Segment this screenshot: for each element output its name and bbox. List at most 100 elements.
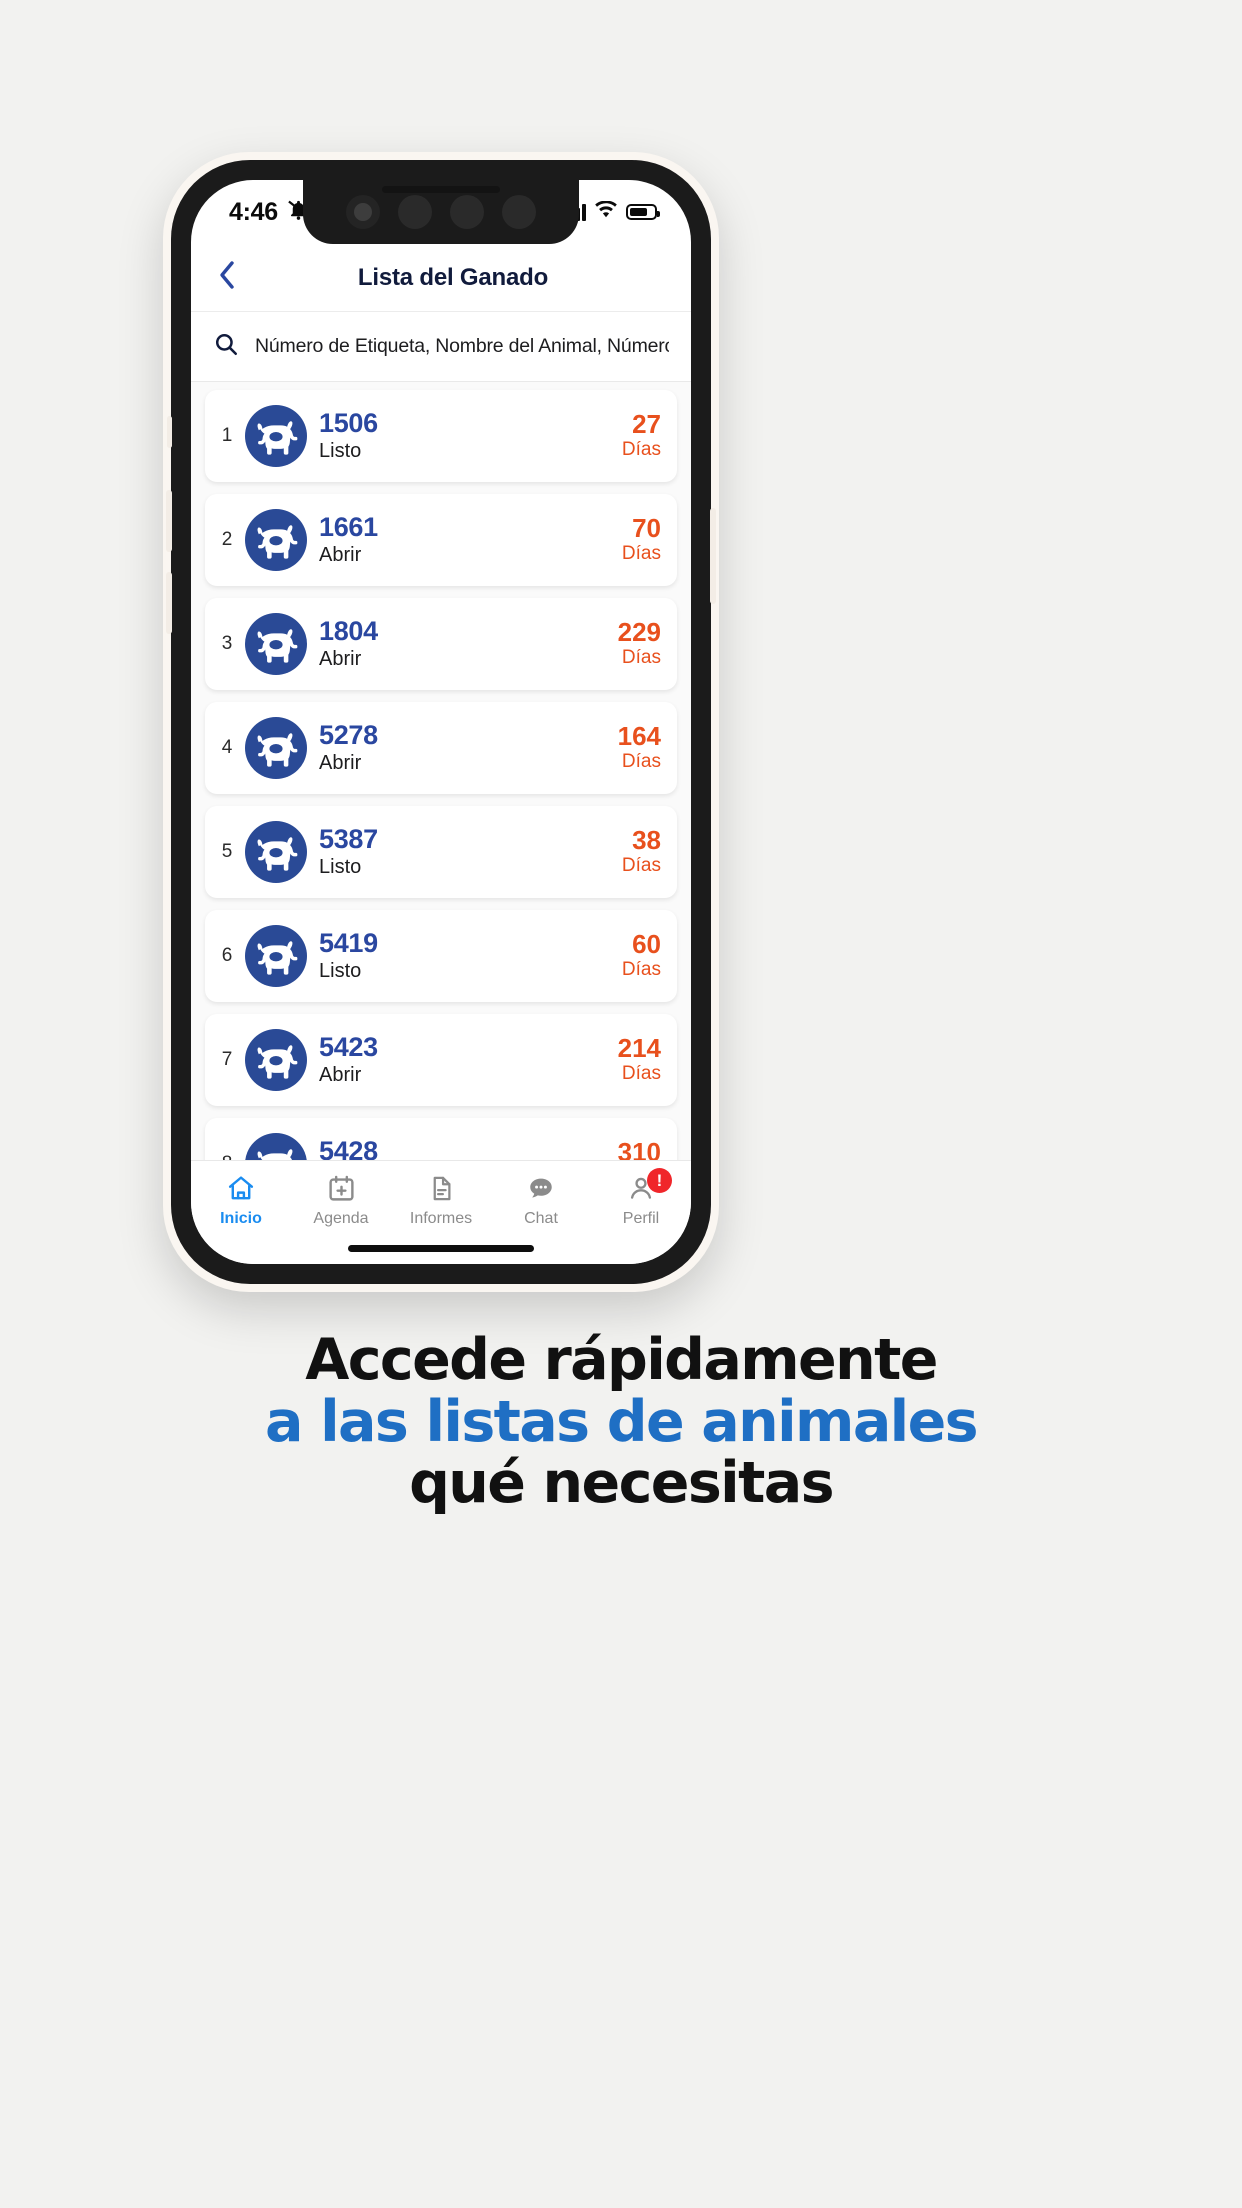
row-index: 8 bbox=[215, 1153, 239, 1160]
table-row[interactable]: 1 1506 Listo 27 Días bbox=[205, 390, 677, 482]
table-row[interactable]: 2 1661 Abrir 70 Días bbox=[205, 494, 677, 586]
row-index: 3 bbox=[221, 633, 233, 654]
row-index: 5 bbox=[221, 841, 233, 862]
app-header: Lista del Ganado bbox=[191, 244, 691, 312]
row-details: 1506 Listo bbox=[319, 407, 622, 463]
search-input[interactable]: Número de Etiqueta, Nombre del Animal, N… bbox=[255, 335, 669, 358]
cow-icon bbox=[245, 1029, 307, 1091]
row-index: 6 bbox=[221, 945, 233, 966]
cow-icon bbox=[245, 509, 307, 571]
tab-inicio[interactable]: Inicio bbox=[193, 1173, 289, 1228]
caption-line-3: qué necesitas bbox=[409, 1450, 834, 1517]
row-days-value: 310 bbox=[617, 1137, 661, 1160]
page-title: Lista del Ganado bbox=[357, 263, 549, 291]
row-details: 5423 Abrir bbox=[319, 1031, 618, 1087]
row-days-value: 70 bbox=[632, 513, 661, 544]
row-details: 1661 Abrir bbox=[319, 511, 622, 567]
chat-bubble-icon bbox=[526, 1173, 556, 1203]
row-days-label: Días bbox=[621, 543, 661, 565]
table-row[interactable]: 4 5278 Abrir 164 Días bbox=[205, 702, 677, 794]
row-days-value: 229 bbox=[617, 617, 661, 648]
row-tag-number: 1506 bbox=[319, 407, 378, 438]
tab-chat[interactable]: Chat bbox=[493, 1173, 589, 1228]
row-details: 1804 Abrir bbox=[319, 615, 618, 671]
row-days-value: 60 bbox=[632, 929, 661, 960]
row-status: Abrir bbox=[319, 544, 362, 567]
row-tag-number: 5278 bbox=[319, 719, 378, 750]
cow-icon bbox=[245, 821, 307, 883]
cow-icon bbox=[245, 405, 307, 467]
row-status: Listo bbox=[319, 856, 362, 879]
row-tag-number: 5428 bbox=[319, 1135, 378, 1160]
cow-icon bbox=[245, 613, 307, 675]
row-days-block: 164 Días bbox=[618, 722, 661, 774]
tab-label: Informes bbox=[409, 1210, 473, 1227]
phone-silent-switch bbox=[167, 416, 172, 448]
search-icon bbox=[213, 331, 239, 362]
table-row[interactable]: 6 5419 Listo 60 Días bbox=[205, 910, 677, 1002]
table-row[interactable]: 3 1804 Abrir 229 Días bbox=[205, 598, 677, 690]
phone-notch bbox=[303, 180, 579, 244]
wifi-icon bbox=[595, 200, 617, 223]
phone-mockup: 4:46 Lista del Ganado Número de Etiqueta… bbox=[163, 152, 719, 1292]
row-tag-number: 1661 bbox=[319, 511, 378, 542]
marketing-caption: Accede rápidamente a las listas de anima… bbox=[0, 1327, 1242, 1517]
cow-icon bbox=[245, 1133, 307, 1160]
row-days-value: 27 bbox=[632, 409, 661, 440]
row-tag-number: 5419 bbox=[319, 927, 378, 958]
phone-frame: 4:46 Lista del Ganado Número de Etiqueta… bbox=[166, 160, 716, 1284]
phone-volume-down-button bbox=[166, 572, 172, 634]
row-index: 7 bbox=[221, 1049, 233, 1070]
table-row[interactable]: 7 5423 Abrir 214 Días bbox=[205, 1014, 677, 1106]
home-icon bbox=[226, 1173, 256, 1203]
row-days-value: 214 bbox=[617, 1033, 661, 1064]
row-days-label: Días bbox=[621, 751, 661, 773]
row-index: 2 bbox=[221, 529, 233, 550]
row-status: Abrir bbox=[319, 752, 362, 775]
phone-volume-up-button bbox=[166, 490, 172, 552]
tab-label: Agenda bbox=[313, 1210, 369, 1227]
row-details: 5419 Listo bbox=[319, 927, 622, 983]
table-row[interactable]: 8 5428 Listo 310 bbox=[205, 1118, 677, 1160]
row-days-block: 70 Días bbox=[622, 514, 661, 566]
row-days-label: Días bbox=[621, 1063, 661, 1085]
search-bar[interactable]: Número de Etiqueta, Nombre del Animal, N… bbox=[191, 312, 691, 382]
tab-perfil[interactable]: ! Perfil bbox=[593, 1168, 689, 1228]
status-bar-time: 4:46 bbox=[229, 197, 278, 226]
row-days-label: Días bbox=[621, 647, 661, 669]
row-status: Listo bbox=[319, 960, 362, 983]
cow-icon bbox=[245, 717, 307, 779]
notch-sensor-3 bbox=[502, 195, 536, 229]
phone-power-button bbox=[710, 508, 716, 604]
tab-agenda[interactable]: Agenda bbox=[293, 1173, 389, 1228]
tab-informes[interactable]: Informes bbox=[393, 1173, 489, 1228]
row-tag-number: 5423 bbox=[319, 1031, 378, 1062]
row-days-value: 164 bbox=[617, 721, 661, 752]
cattle-list[interactable]: 1 1506 Listo 27 Días 2 1661 Abrir 70 Día… bbox=[191, 382, 691, 1160]
phone-screen: 4:46 Lista del Ganado Número de Etiqueta… bbox=[191, 180, 691, 1264]
row-days-label: Días bbox=[621, 855, 661, 877]
row-details: 5428 Listo bbox=[319, 1135, 618, 1160]
cow-icon bbox=[245, 925, 307, 987]
notification-badge: ! bbox=[647, 1168, 672, 1193]
row-days-block: 27 Días bbox=[622, 410, 661, 462]
row-status: Abrir bbox=[319, 1064, 362, 1087]
caption-line-1: Accede rápidamente bbox=[305, 1327, 938, 1393]
row-tag-number: 5387 bbox=[319, 823, 378, 854]
row-days-block: 38 Días bbox=[622, 826, 661, 878]
document-icon bbox=[428, 1173, 455, 1203]
row-index: 1 bbox=[221, 425, 233, 446]
home-indicator[interactable] bbox=[348, 1245, 534, 1252]
table-row[interactable]: 5 5387 Listo 38 Días bbox=[205, 806, 677, 898]
row-status: Abrir bbox=[319, 648, 362, 671]
notch-sensor-2 bbox=[450, 195, 484, 229]
row-details: 5278 Abrir bbox=[319, 719, 618, 775]
battery-icon bbox=[626, 204, 660, 220]
caption-line-2: a las listas de animales bbox=[264, 1388, 979, 1455]
screenshot-stage: 4:46 Lista del Ganado Número de Etiqueta… bbox=[0, 0, 1242, 2208]
row-index: 4 bbox=[221, 737, 233, 758]
row-tag-number: 1804 bbox=[319, 615, 378, 646]
tab-label: Perfil bbox=[622, 1210, 660, 1227]
row-days-block: 214 Días bbox=[618, 1034, 661, 1086]
row-days-block: 60 Días bbox=[622, 930, 661, 982]
